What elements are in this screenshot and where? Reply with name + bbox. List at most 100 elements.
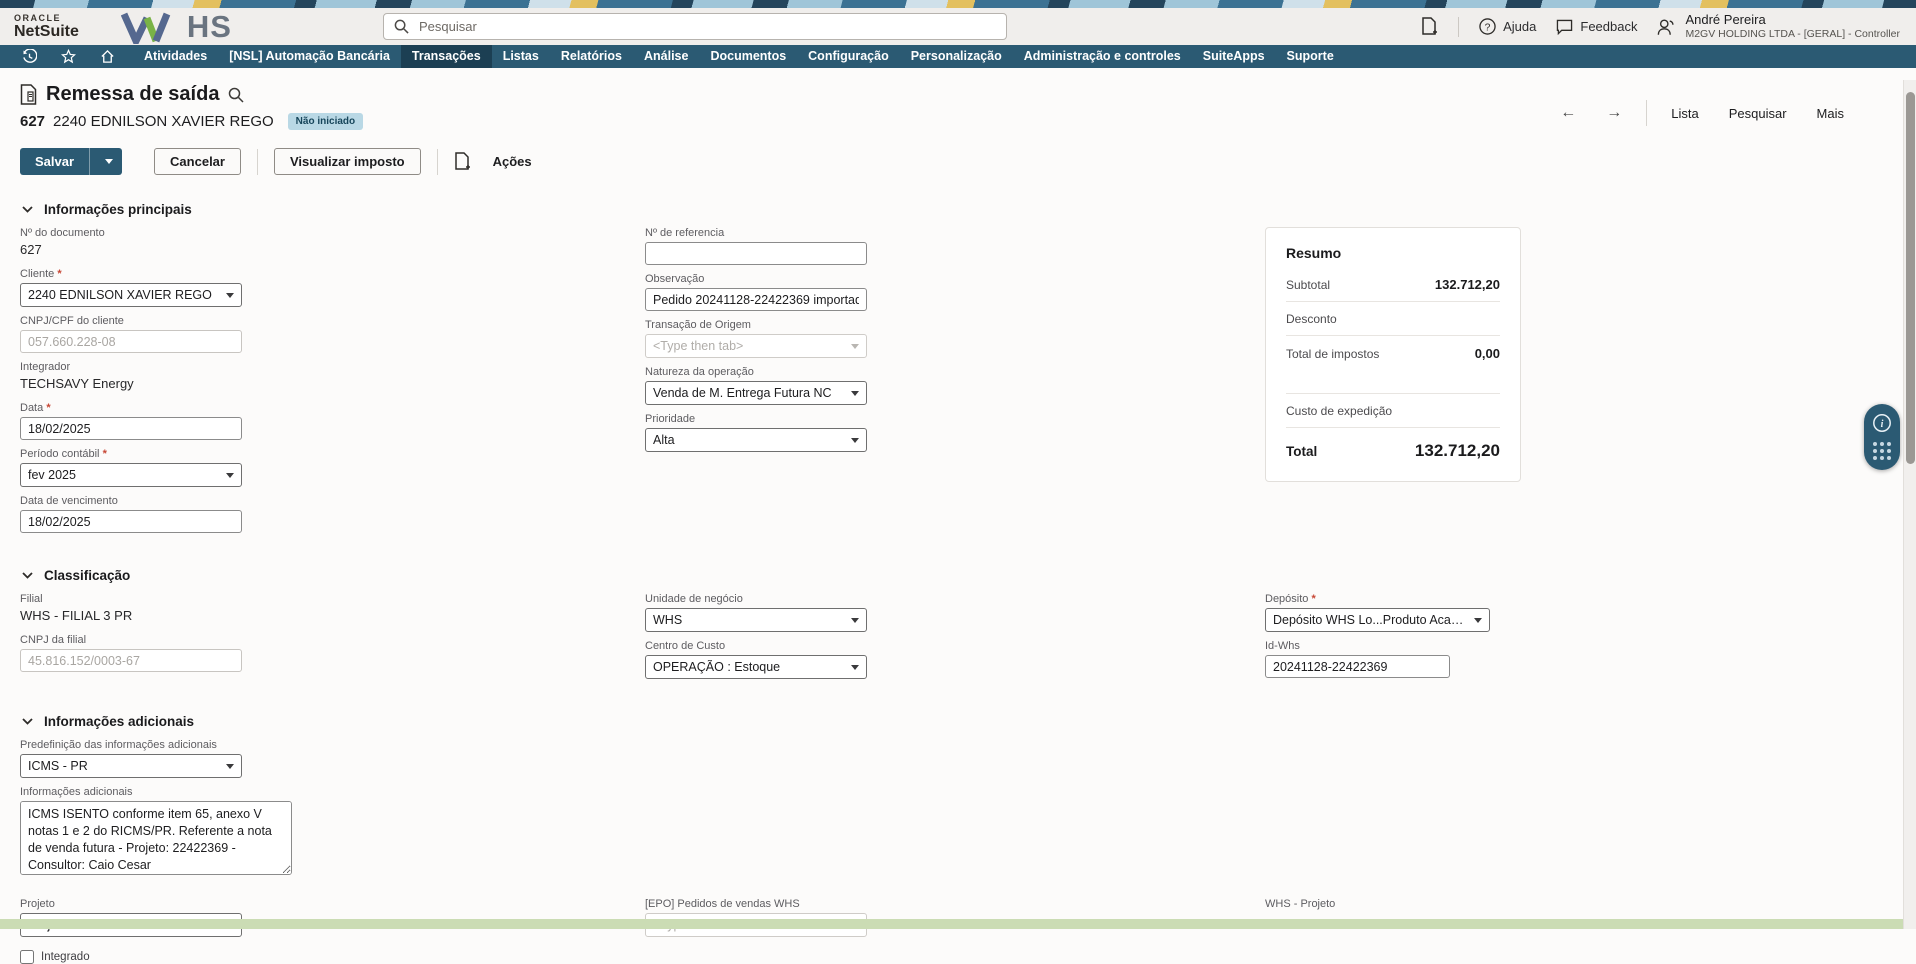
nav-item-atividades[interactable]: Atividades xyxy=(133,45,218,68)
chevron-down-icon xyxy=(851,438,859,443)
global-search-input[interactable] xyxy=(417,18,996,35)
additional-info-textarea[interactable]: ICMS ISENTO conforme item 65, anexo V no… xyxy=(20,801,292,875)
section-classification-header[interactable]: Classificação xyxy=(22,568,1916,583)
user-name: André Pereira xyxy=(1685,12,1900,28)
nav-item-documentos[interactable]: Documentos xyxy=(699,45,797,68)
search-icon xyxy=(394,19,409,34)
epo-sales-orders-label: [EPO] Pedidos de vendas WHS xyxy=(645,898,867,910)
apps-grid-icon[interactable] xyxy=(1873,442,1891,460)
nav-item-listas[interactable]: Listas xyxy=(492,45,550,68)
new-document-icon[interactable] xyxy=(1421,17,1438,37)
section-main-header[interactable]: Informações principais xyxy=(22,202,1916,217)
chevron-down-icon xyxy=(851,665,859,670)
previous-record-arrow-icon[interactable]: ← xyxy=(1560,105,1576,121)
integrator-value: TECHSAVY Energy xyxy=(20,376,242,391)
customer-select[interactable]: 2240 EDNILSON XAVIER REGO xyxy=(20,283,242,307)
chevron-down-icon xyxy=(851,618,859,623)
additional-preset-select[interactable]: ICMS - PR xyxy=(20,754,242,778)
required-asterisk: * xyxy=(1311,593,1315,605)
netsuite-wordmark: NetSuite xyxy=(14,24,79,40)
search-link[interactable]: Pesquisar xyxy=(1729,106,1787,121)
record-document-icon xyxy=(20,84,37,105)
title-search-icon[interactable] xyxy=(228,87,244,103)
preview-tax-button[interactable]: Visualizar imposto xyxy=(274,148,421,175)
feedback-label: Feedback xyxy=(1580,19,1637,34)
list-link[interactable]: Lista xyxy=(1671,106,1698,121)
whs-company-logo[interactable]: HS xyxy=(121,9,232,45)
new-document-action-icon[interactable] xyxy=(454,152,471,172)
customer-label: Cliente * xyxy=(20,268,242,280)
history-icon[interactable] xyxy=(10,49,49,64)
idwhs-field[interactable] xyxy=(1265,655,1450,678)
nav-item-analise[interactable]: Análise xyxy=(633,45,699,68)
decorative-top-stripe xyxy=(0,0,1916,8)
button-group-divider xyxy=(257,149,258,175)
global-search[interactable] xyxy=(383,13,1007,40)
integrated-checkbox[interactable] xyxy=(20,950,34,964)
summary-shipping-row: Custo de expedição xyxy=(1286,394,1500,428)
business-unit-label: Unidade de negócio xyxy=(645,593,867,605)
chevron-down-icon xyxy=(22,206,33,213)
priority-select[interactable]: Alta xyxy=(645,428,867,452)
nav-item-nsl-automacao-bancaria[interactable]: [NSL] Automação Bancária xyxy=(218,45,401,68)
project-label: Projeto xyxy=(20,898,242,910)
reference-number-field[interactable] xyxy=(645,242,867,265)
section-classification-title: Classificação xyxy=(44,568,130,583)
vertical-scrollbar[interactable] xyxy=(1903,80,1916,929)
whs-logo-text: HS xyxy=(187,9,232,45)
nav-item-suporte[interactable]: Suporte xyxy=(1276,45,1345,68)
user-menu[interactable]: André Pereira M2GV HOLDING LTDA - [GERAL… xyxy=(1657,12,1900,41)
summary-discount-row: Desconto xyxy=(1286,302,1500,336)
branch-value: WHS - FILIAL 3 PR xyxy=(20,608,242,623)
idwhs-label: Id-Whs xyxy=(1265,640,1490,652)
date-label: Data * xyxy=(20,402,242,414)
chevron-down-icon xyxy=(226,473,234,478)
cancel-button[interactable]: Cancelar xyxy=(154,148,241,175)
note-field[interactable] xyxy=(645,288,867,311)
required-asterisk: * xyxy=(103,448,107,460)
feedback-icon xyxy=(1556,19,1573,35)
feedback-button[interactable]: Feedback xyxy=(1556,19,1637,35)
home-icon[interactable] xyxy=(88,49,127,64)
info-icon[interactable]: i xyxy=(1872,413,1892,433)
nav-item-configuracao[interactable]: Configuração xyxy=(797,45,900,68)
oracle-netsuite-logo[interactable]: ORACLE NetSuite xyxy=(0,14,79,40)
origin-transaction-select: <Type then tab> xyxy=(645,334,867,358)
save-button[interactable]: Salvar xyxy=(20,148,89,175)
svg-text:?: ? xyxy=(1485,22,1491,33)
branch-cnpj-field xyxy=(20,649,242,672)
date-field[interactable] xyxy=(20,417,242,440)
next-record-arrow-icon[interactable]: → xyxy=(1606,105,1622,121)
doc-number-label: Nº do documento xyxy=(20,227,242,239)
help-icon: ? xyxy=(1479,18,1496,35)
cost-center-select[interactable]: OPERAÇÃO : Estoque xyxy=(645,655,867,679)
button-group-divider xyxy=(437,149,438,175)
chevron-down-icon xyxy=(851,391,859,396)
nav-item-relatorios[interactable]: Relatórios xyxy=(550,45,633,68)
side-help-widget[interactable]: i xyxy=(1864,404,1900,470)
chevron-down-icon xyxy=(22,572,33,579)
nav-item-transacoes[interactable]: Transações xyxy=(401,45,492,68)
chevron-down-icon xyxy=(1474,618,1482,623)
due-date-field[interactable] xyxy=(20,510,242,533)
cost-center-label: Centro de Custo xyxy=(645,640,867,652)
nav-item-personalizacao[interactable]: Personalização xyxy=(900,45,1013,68)
save-dropdown-button[interactable] xyxy=(89,148,122,175)
help-button[interactable]: ? Ajuda xyxy=(1479,18,1536,35)
nav-item-suiteapps[interactable]: SuiteApps xyxy=(1192,45,1276,68)
nav-item-administracao[interactable]: Administração e controles xyxy=(1013,45,1192,68)
warehouse-select[interactable]: Depósito WHS Lo...Produto Acabado xyxy=(1265,608,1490,632)
scrollbar-thumb[interactable] xyxy=(1906,92,1915,464)
favorites-star-icon[interactable] xyxy=(49,49,88,64)
more-link[interactable]: Mais xyxy=(1817,106,1844,121)
user-icon xyxy=(1657,18,1677,36)
section-additional-header[interactable]: Informações adicionais xyxy=(22,714,1916,729)
business-unit-select[interactable]: WHS xyxy=(645,608,867,632)
additional-preset-label: Predefinição das informações adicionais xyxy=(20,739,242,751)
actions-menu-button[interactable]: Ações xyxy=(493,154,532,169)
chevron-down-icon xyxy=(226,293,234,298)
accounting-period-select[interactable]: fev 2025 xyxy=(20,463,242,487)
svg-text:i: i xyxy=(1881,419,1884,430)
operation-nature-select[interactable]: Venda de M. Entrega Futura NC xyxy=(645,381,867,405)
section-additional-title: Informações adicionais xyxy=(44,714,194,729)
